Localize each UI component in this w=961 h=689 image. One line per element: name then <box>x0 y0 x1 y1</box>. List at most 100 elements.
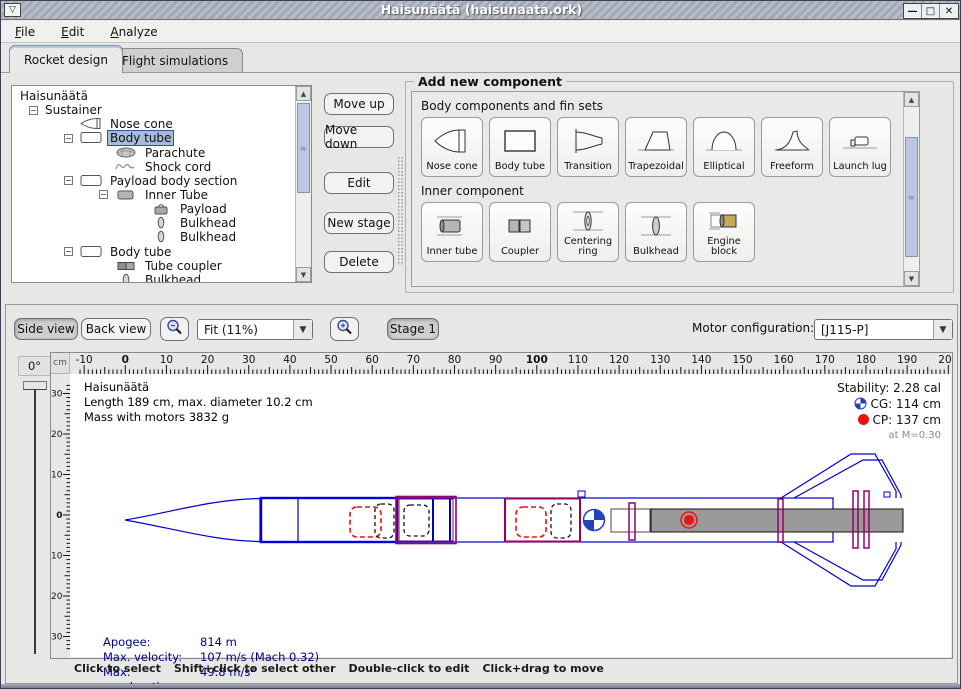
tab-rocket-design[interactable]: Rocket design <box>9 45 123 73</box>
tree-node-bulkhead[interactable]: Bulkhead <box>12 216 311 230</box>
add-body-tube-button[interactable]: Body tube <box>489 117 551 177</box>
new-stage-button[interactable]: New stage <box>324 212 394 234</box>
flight-stat-label: Apogee: <box>103 635 200 650</box>
menu-edit[interactable]: Edit <box>61 25 84 39</box>
scroll-up-icon[interactable]: ▲ <box>296 86 311 101</box>
tree-node-bulkhead[interactable]: Bulkhead <box>12 273 311 283</box>
cg-value: CG: 114 cm <box>870 397 941 411</box>
tree-node-tube-coupler[interactable]: Tube coupler <box>12 259 311 273</box>
splitter-handle[interactable] <box>397 156 404 266</box>
add-bulkhead-button[interactable]: Bulkhead <box>625 202 687 262</box>
rotation-slider-handle[interactable] <box>23 381 47 390</box>
tree-node-label[interactable]: Payload body section <box>108 174 239 188</box>
tree-node-label[interactable]: Body tube <box>108 131 173 145</box>
tree-scrollbar-thumb[interactable]: ≡ <box>297 103 310 193</box>
menu-file[interactable]: File <box>15 25 35 39</box>
magnifier-plus-icon <box>335 318 354 340</box>
tree-scrollbar[interactable]: ▲ ≡ ▼ <box>295 86 311 282</box>
tree-node-inner-tube[interactable]: − Inner Tube <box>12 188 311 202</box>
tree-node-label[interactable]: Bulkhead <box>178 216 238 230</box>
tree-node-label[interactable]: Parachute <box>143 146 207 160</box>
rocket-canvas[interactable]: Haisunäätä Length 189 cm, max. diameter … <box>70 374 951 657</box>
minimize-button[interactable]: — <box>904 4 922 18</box>
add-transition-button[interactable]: Transition <box>557 117 619 177</box>
tree-node-shock-cord[interactable]: Shock cord <box>12 160 311 174</box>
tree-node-label[interactable]: Shock cord <box>143 160 213 174</box>
svg-text:20: 20 <box>201 354 214 366</box>
tree-node-label[interactable]: Bulkhead <box>178 230 238 244</box>
tree-node-label[interactable]: Haisunäätä <box>18 89 90 103</box>
cp-value: CP: 137 cm <box>873 413 941 427</box>
tree-node-haisun-t-[interactable]: Haisunäätä <box>12 89 311 103</box>
add-launch-lug-button[interactable]: Launch lug <box>829 117 891 177</box>
scroll-up-icon[interactable]: ▲ <box>904 92 919 107</box>
app-window: ▽ Haisunäätä (haisunaata.ork) —□✕ File E… <box>0 0 961 689</box>
zoom-in-button[interactable] <box>330 317 359 341</box>
close-button[interactable]: ✕ <box>940 4 958 18</box>
tree-node-label[interactable]: Inner Tube <box>143 188 210 202</box>
tree-node-sustainer[interactable]: −Sustainer <box>12 103 311 117</box>
flight-stat-row: Apogee:814 m <box>103 635 319 650</box>
zoom-level-select[interactable]: Fit (11%) ▼ <box>197 319 313 340</box>
collapse-icon[interactable]: − <box>29 106 38 115</box>
tab-flight-simulations[interactable]: Flight simulations <box>107 48 243 73</box>
edit-button[interactable]: Edit <box>324 172 394 194</box>
add-engine-block-button[interactable]: Engine block <box>693 202 755 262</box>
add-coupler-button[interactable]: Coupler <box>489 202 551 262</box>
add-inner-tube-button[interactable]: Inner tube <box>421 202 483 262</box>
move-down-button[interactable]: Move down <box>324 126 394 148</box>
tree-node-label[interactable]: Payload <box>178 202 229 216</box>
component-button-row: Inner tube Coupler Centering ringBulkheadE… <box>421 202 902 262</box>
window-controls: —□✕ <box>903 3 959 19</box>
collapse-icon[interactable]: − <box>64 247 73 256</box>
add-nose-cone-button[interactable]: Nose cone <box>421 117 483 177</box>
component-button-label: Coupler <box>501 247 539 258</box>
trapezoidal-icon <box>627 120 685 162</box>
stage-1-toggle[interactable]: Stage 1 <box>387 318 439 340</box>
component-scrollbar[interactable]: ▲ ≡ ▼ <box>903 92 919 286</box>
tree-node-label[interactable]: Nose cone <box>108 117 175 131</box>
status-hint: Click+drag to move <box>482 662 603 675</box>
scroll-down-icon[interactable]: ▼ <box>904 271 919 286</box>
motor-config-select[interactable]: [J115-P] ▼ <box>814 319 953 340</box>
tree-node-body-tube[interactable]: − Body tube <box>12 131 311 145</box>
stability-info: Stability: 2.28 cal CG: 114 cm CP: 137 c… <box>837 380 941 444</box>
add-elliptical-button[interactable]: Elliptical <box>693 117 755 177</box>
tree-node-payload[interactable]: Payload <box>12 202 311 216</box>
side-view-button[interactable]: Side view <box>14 318 78 340</box>
tree-node-label[interactable]: Tube coupler <box>143 259 224 273</box>
scroll-down-icon[interactable]: ▼ <box>296 267 311 282</box>
menu-analyze[interactable]: Analyze <box>110 25 157 39</box>
add-centering-ring-button[interactable]: Centering ring <box>557 202 619 262</box>
component-tree[interactable]: Haisunäätä−SustainerNose cone−Body tubeP… <box>11 85 312 283</box>
zoom-out-button[interactable] <box>160 317 189 341</box>
svg-text:80: 80 <box>448 354 461 366</box>
tree-node-nose-cone[interactable]: Nose cone <box>12 117 311 131</box>
tree-node-label[interactable]: Sustainer <box>43 103 104 117</box>
svg-text:0: 0 <box>122 354 129 366</box>
bulkhead-icon <box>627 205 685 247</box>
maximize-button[interactable]: □ <box>922 4 940 18</box>
svg-text:120: 120 <box>609 354 629 366</box>
rotation-angle-label: 0° <box>18 356 51 376</box>
delete-button[interactable]: Delete <box>324 251 394 273</box>
tree-node-label[interactable]: Body tube <box>108 245 173 259</box>
move-up-button[interactable]: Move up <box>324 93 394 115</box>
back-view-button[interactable]: Back view <box>81 318 151 340</box>
status-hint: Double-click to edit <box>349 662 470 675</box>
rotation-slider-track[interactable] <box>34 384 36 654</box>
tree-node-payload-body-section[interactable]: − Payload body section <box>12 174 311 188</box>
tree-node-body-tube[interactable]: − Body tube <box>12 245 311 259</box>
window-bottom-edge <box>1 684 961 689</box>
tree-node-bulkhead[interactable]: Bulkhead <box>12 230 311 244</box>
collapse-icon[interactable]: − <box>99 190 108 199</box>
collapse-icon[interactable]: − <box>64 176 73 185</box>
collapse-icon[interactable]: − <box>64 134 73 143</box>
tree-node-label[interactable]: Bulkhead <box>143 273 203 283</box>
svg-text:-10: -10 <box>51 471 63 481</box>
add-freeform-button[interactable]: Freeform <box>761 117 823 177</box>
add-trapezoidal-button[interactable]: Trapezoidal <box>625 117 687 177</box>
title-bar[interactable]: ▽ Haisunäätä (haisunaata.ork) —□✕ <box>1 1 961 20</box>
component-scrollbar-thumb[interactable]: ≡ <box>905 137 918 257</box>
tree-node-parachute[interactable]: Parachute <box>12 146 311 160</box>
